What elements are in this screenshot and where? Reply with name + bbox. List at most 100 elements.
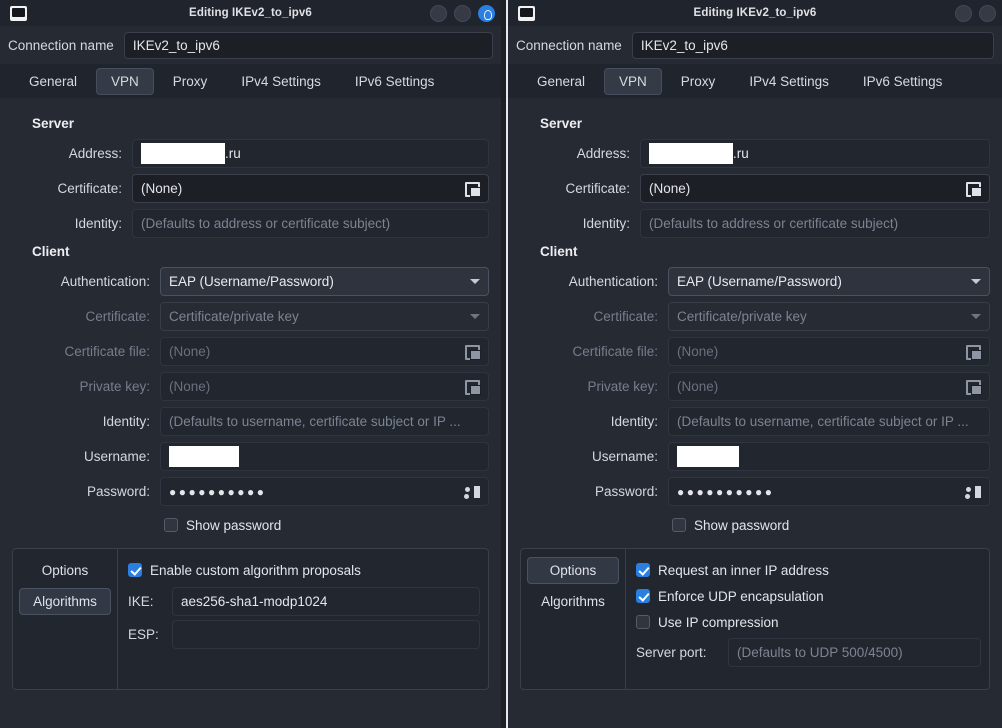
esp-input[interactable] xyxy=(172,619,480,649)
client-private-key-value: (None) xyxy=(169,379,211,394)
maximize-button[interactable] xyxy=(979,4,996,22)
tab-proxy[interactable]: Proxy xyxy=(666,68,731,95)
client-identity-row: Identity: (Defaults to username, certifi… xyxy=(520,407,990,436)
enforce-udp-checkbox[interactable]: Enforce UDP encapsulation xyxy=(636,583,981,609)
server-certificate-value: (None) xyxy=(141,181,183,196)
server-address-label: Address: xyxy=(576,146,630,161)
server-identity-input[interactable]: (Defaults to address or certificate subj… xyxy=(640,209,990,238)
client-private-key-label: Private key: xyxy=(79,379,150,394)
vpn-panel-right: Server Address: .ru Certificate: (None) … xyxy=(508,98,1002,728)
window-controls xyxy=(430,4,495,22)
redaction-block xyxy=(677,446,739,467)
client-authentication-row: Authentication: EAP (Username/Password) xyxy=(12,267,489,296)
server-certificate-label: Certificate: xyxy=(57,181,122,196)
client-password-row: Password: ●●●●●●●●●● xyxy=(12,477,489,506)
ike-input[interactable]: aes256-sha1-modp1024 xyxy=(172,586,480,616)
vpn-panel-left: Server Address: .ru Certificate: (None) … xyxy=(0,98,501,728)
chevron-down-icon xyxy=(470,279,480,284)
password-store-icon[interactable] xyxy=(966,485,981,499)
connection-name-input[interactable]: IKEv2_to_ipv6 xyxy=(631,31,994,59)
enable-custom-algorithms-label: Enable custom algorithm proposals xyxy=(150,562,361,578)
server-certificate-label: Certificate: xyxy=(565,181,630,196)
tab-proxy[interactable]: Proxy xyxy=(158,68,223,95)
maximize-button[interactable] xyxy=(454,4,471,22)
client-certificate-file-input: (None) xyxy=(668,337,990,366)
client-private-key-input: (None) xyxy=(160,372,489,401)
minimize-button[interactable] xyxy=(430,4,447,22)
tab-ipv4-settings[interactable]: IPv4 Settings xyxy=(734,68,844,95)
close-button[interactable] xyxy=(478,4,495,22)
options-tab-button[interactable]: Options xyxy=(527,557,619,584)
tab-vpn[interactable]: VPN xyxy=(604,67,662,95)
checkbox-box xyxy=(636,589,650,603)
server-identity-placeholder: (Defaults to address or certificate subj… xyxy=(649,216,899,231)
tab-ipv6-settings[interactable]: IPv6 Settings xyxy=(848,68,958,95)
server-certificate-input[interactable]: (None) xyxy=(640,174,990,203)
client-certificate-row: Certificate: Certificate/private key xyxy=(12,302,489,331)
client-password-input[interactable]: ●●●●●●●●●● xyxy=(160,477,489,506)
redaction-block xyxy=(649,143,733,164)
client-username-input[interactable] xyxy=(668,442,990,471)
client-password-value: ●●●●●●●●●● xyxy=(169,484,267,499)
chevron-down-icon xyxy=(971,279,981,284)
ike-label: IKE: xyxy=(128,593,154,609)
titlebar-right[interactable]: Editing IKEv2_to_ipv6 xyxy=(508,0,1002,26)
client-identity-label: Identity: xyxy=(102,414,150,429)
use-ip-compression-checkbox[interactable]: Use IP compression xyxy=(636,609,981,635)
client-private-key-row: Private key: (None) xyxy=(12,372,489,401)
enable-custom-algorithms-checkbox[interactable]: Enable custom algorithm proposals xyxy=(128,557,480,583)
client-username-row: Username: xyxy=(12,442,489,471)
server-address-input[interactable]: .ru xyxy=(640,139,990,168)
client-certificate-file-row: Certificate file: (None) xyxy=(520,337,990,366)
minimize-button[interactable] xyxy=(955,4,972,22)
connection-name-input[interactable]: IKEv2_to_ipv6 xyxy=(123,31,493,59)
tab-ipv6-settings[interactable]: IPv6 Settings xyxy=(340,68,450,95)
client-identity-placeholder: (Defaults to username, certificate subje… xyxy=(677,414,969,429)
server-section-heading: Server xyxy=(32,116,75,131)
tab-general[interactable]: General xyxy=(14,68,92,95)
request-inner-ip-checkbox[interactable]: Request an inner IP address xyxy=(636,557,981,583)
client-username-label: Username: xyxy=(83,449,150,464)
server-certificate-row: Certificate: (None) xyxy=(520,174,990,203)
tab-vpn[interactable]: VPN xyxy=(96,67,154,95)
tab-ipv4-settings[interactable]: IPv4 Settings xyxy=(226,68,336,95)
server-port-input[interactable]: (Defaults to UDP 500/4500) xyxy=(728,637,981,667)
client-username-row: Username: xyxy=(520,442,990,471)
titlebar-left[interactable]: Editing IKEv2_to_ipv6 xyxy=(0,0,501,26)
client-authentication-select[interactable]: EAP (Username/Password) xyxy=(668,267,990,296)
algorithms-tab-button[interactable]: Algorithms xyxy=(19,588,111,615)
client-username-label: Username: xyxy=(591,449,658,464)
client-certificate-file-value: (None) xyxy=(677,344,719,359)
client-identity-input[interactable]: (Defaults to username, certificate subje… xyxy=(668,407,990,436)
client-identity-input[interactable]: (Defaults to username, certificate subje… xyxy=(160,407,489,436)
checkbox-box xyxy=(636,563,650,577)
tabbar-right: General VPN Proxy IPv4 Settings IPv6 Set… xyxy=(508,64,1002,98)
algorithms-tab-button[interactable]: Algorithms xyxy=(527,588,619,615)
browse-file-icon[interactable] xyxy=(465,181,481,197)
client-authentication-select[interactable]: EAP (Username/Password) xyxy=(160,267,489,296)
network-card-icon xyxy=(518,5,535,21)
client-authentication-label: Authentication: xyxy=(60,274,150,289)
server-certificate-value: (None) xyxy=(649,181,691,196)
client-certificate-file-label: Certificate file: xyxy=(572,344,658,359)
connection-name-row: Connection name IKEv2_to_ipv6 xyxy=(508,26,1002,64)
server-address-row: Address: .ru xyxy=(12,139,489,168)
server-port-row: Server port: (Defaults to UDP 500/4500) xyxy=(636,637,981,667)
password-store-icon[interactable] xyxy=(465,485,480,499)
options-panel-left: Options Algorithms Enable custom algorit… xyxy=(12,548,489,690)
client-username-input[interactable] xyxy=(160,442,489,471)
options-tab-button[interactable]: Options xyxy=(19,557,111,584)
client-password-input[interactable]: ●●●●●●●●●● xyxy=(668,477,990,506)
checkbox-box xyxy=(636,615,650,629)
browse-file-icon[interactable] xyxy=(966,181,982,197)
tab-general[interactable]: General xyxy=(522,68,600,95)
server-identity-input[interactable]: (Defaults to address or certificate subj… xyxy=(132,209,489,238)
window-title: Editing IKEv2_to_ipv6 xyxy=(189,7,312,19)
client-identity-placeholder: (Defaults to username, certificate subje… xyxy=(169,414,461,429)
options-panel-sidebar: Options Algorithms xyxy=(13,549,118,689)
server-address-input[interactable]: .ru xyxy=(132,139,489,168)
redaction-block xyxy=(169,446,239,467)
server-certificate-input[interactable]: (None) xyxy=(132,174,489,203)
show-password-checkbox[interactable]: Show password xyxy=(672,512,990,538)
show-password-checkbox[interactable]: Show password xyxy=(164,512,489,538)
